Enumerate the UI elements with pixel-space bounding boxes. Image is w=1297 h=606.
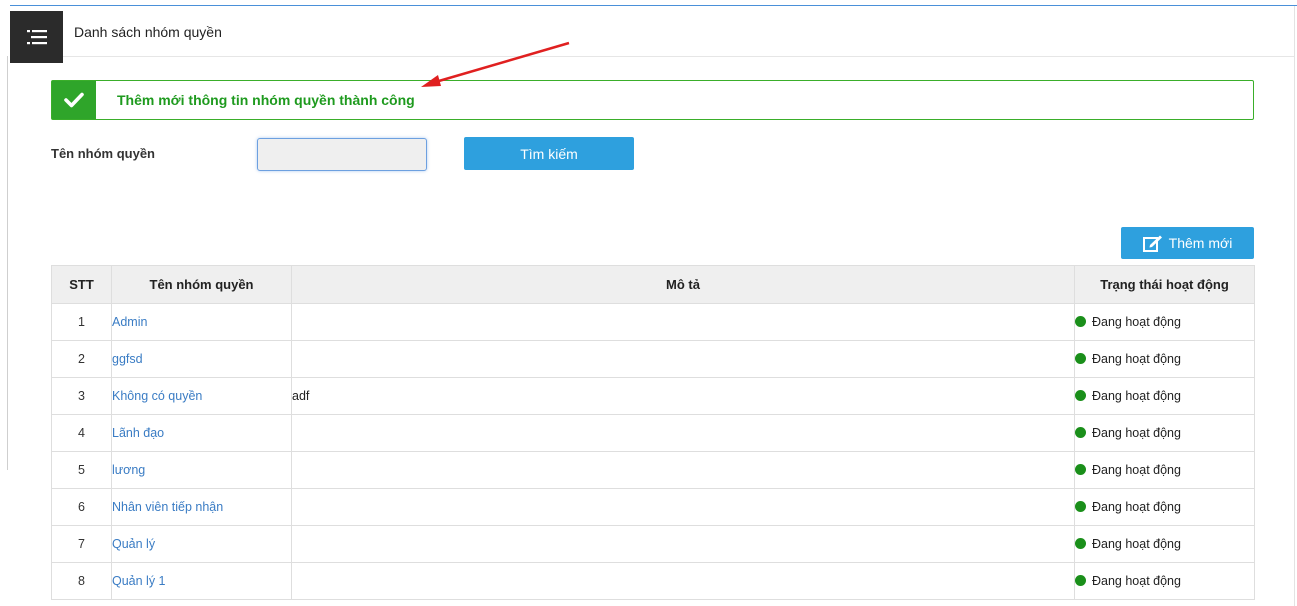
right-border — [1294, 6, 1295, 606]
group-name-link[interactable]: Nhân viên tiếp nhận — [111, 488, 292, 526]
status-dot-icon — [1075, 353, 1086, 364]
header-status: Trạng thái hoạt động — [1074, 265, 1255, 304]
group-name-link[interactable]: Quản lý 1 — [111, 562, 292, 600]
row-description — [291, 488, 1075, 526]
table-row: 1 Admin Đang hoạt động — [51, 303, 1255, 341]
row-stt: 4 — [51, 414, 112, 452]
row-description — [291, 340, 1075, 378]
group-name-link[interactable]: ggfsd — [111, 340, 292, 378]
header-stt: STT — [51, 265, 112, 304]
row-status: Đang hoạt động — [1074, 377, 1255, 415]
header-name: Tên nhóm quyền — [111, 265, 292, 304]
group-name-link[interactable]: Không có quyền — [111, 377, 292, 415]
status-label: Đang hoạt động — [1092, 426, 1181, 440]
left-border — [7, 56, 8, 470]
row-status: Đang hoạt động — [1074, 414, 1255, 452]
header-description: Mô tả — [291, 265, 1075, 304]
row-description — [291, 451, 1075, 489]
status-dot-icon — [1075, 575, 1086, 586]
row-status: Đang hoạt động — [1074, 562, 1255, 600]
group-name-link[interactable]: lương — [111, 451, 292, 489]
search-label: Tên nhóm quyền — [51, 146, 155, 161]
status-label: Đang hoạt động — [1092, 463, 1181, 477]
status-dot-icon — [1075, 390, 1086, 401]
status-label: Đang hoạt động — [1092, 389, 1181, 403]
status-label: Đang hoạt động — [1092, 500, 1181, 514]
row-status: Đang hoạt động — [1074, 451, 1255, 489]
status-dot-icon — [1075, 501, 1086, 512]
row-status: Đang hoạt động — [1074, 340, 1255, 378]
row-description — [291, 525, 1075, 563]
add-new-button[interactable]: Thêm mới — [1121, 227, 1254, 259]
status-dot-icon — [1075, 427, 1086, 438]
status-dot-icon — [1075, 464, 1086, 475]
row-stt: 3 — [51, 377, 112, 415]
table-row: 3 Không có quyền adf Đang hoạt động — [51, 377, 1255, 415]
row-description — [291, 414, 1075, 452]
row-status: Đang hoạt động — [1074, 488, 1255, 526]
search-input[interactable] — [257, 138, 427, 171]
status-label: Đang hoạt động — [1092, 574, 1181, 588]
status-label: Đang hoạt động — [1092, 315, 1181, 329]
annotation-arrow-icon — [421, 41, 570, 87]
row-status: Đang hoạt động — [1074, 303, 1255, 341]
row-description — [291, 303, 1075, 341]
add-new-label: Thêm mới — [1168, 235, 1233, 251]
group-name-link[interactable]: Lãnh đạo — [111, 414, 292, 452]
edit-icon — [1142, 235, 1162, 252]
row-description — [291, 562, 1075, 600]
row-stt: 8 — [51, 562, 112, 600]
row-stt: 7 — [51, 525, 112, 563]
row-status: Đang hoạt động — [1074, 525, 1255, 563]
status-label: Đang hoạt động — [1092, 537, 1181, 551]
row-stt: 2 — [51, 340, 112, 378]
table-header-row: STT Tên nhóm quyền Mô tả Trạng thái hoạt… — [51, 265, 1255, 304]
group-name-link[interactable]: Admin — [111, 303, 292, 341]
search-button[interactable]: Tìm kiếm — [464, 137, 634, 170]
status-label: Đang hoạt động — [1092, 352, 1181, 366]
row-description: adf — [291, 377, 1075, 415]
table-row: 7 Quản lý Đang hoạt động — [51, 525, 1255, 563]
table-row: 6 Nhân viên tiếp nhận Đang hoạt động — [51, 488, 1255, 526]
table-row: 4 Lãnh đạo Đang hoạt động — [51, 414, 1255, 452]
group-name-link[interactable]: Quản lý — [111, 525, 292, 563]
row-stt: 1 — [51, 303, 112, 341]
row-stt: 6 — [51, 488, 112, 526]
status-dot-icon — [1075, 316, 1086, 327]
table-row: 5 lương Đang hoạt động — [51, 451, 1255, 489]
row-stt: 5 — [51, 451, 112, 489]
permission-group-table: STT Tên nhóm quyền Mô tả Trạng thái hoạt… — [51, 265, 1255, 600]
status-dot-icon — [1075, 538, 1086, 549]
table-row: 2 ggfsd Đang hoạt động — [51, 340, 1255, 378]
table-row: 8 Quản lý 1 Đang hoạt động — [51, 562, 1255, 600]
